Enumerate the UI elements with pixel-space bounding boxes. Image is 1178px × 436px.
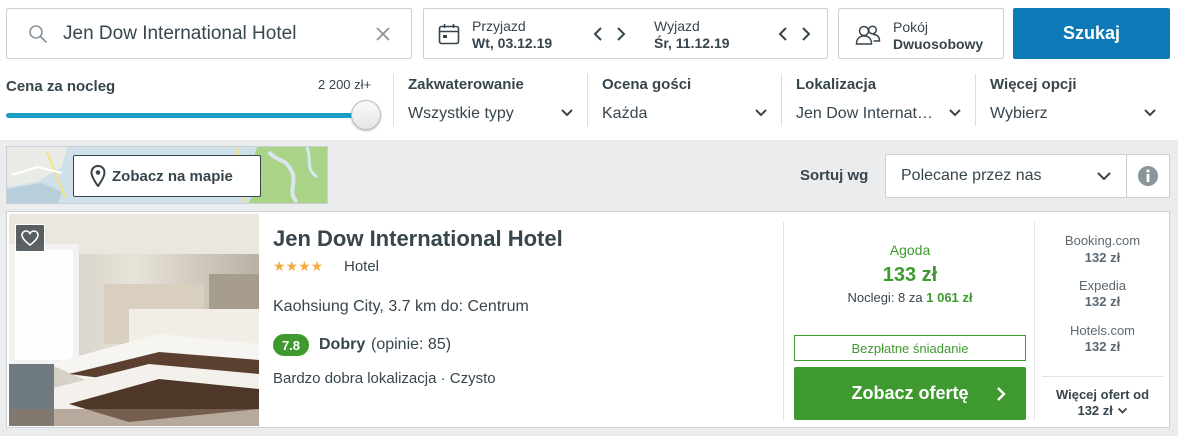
calendar-icon — [438, 24, 460, 45]
view-map-label: Zobacz na mapie — [112, 167, 233, 185]
room-selector[interactable]: Pokój Dwuosobowy — [838, 8, 1004, 59]
offer-provider[interactable]: Booking.com — [1042, 233, 1163, 248]
more-offers-label[interactable]: Więcej ofert od — [1042, 387, 1163, 402]
view-map-button[interactable]: Zobacz na mapie — [73, 155, 261, 197]
divider — [1034, 222, 1035, 420]
rating-filter-label: Ocena gości — [602, 76, 692, 93]
rating-count[interactable]: (opinie: 85) — [371, 336, 451, 354]
checkout-value[interactable]: Śr, 11.12.19 — [654, 35, 730, 51]
checkout-prev-icon[interactable] — [776, 26, 790, 42]
hotel-features: Bardzo dobra lokalizacja · Czysto — [273, 370, 496, 387]
map-pin-icon — [90, 165, 106, 187]
more-options-label: Więcej opcji — [990, 76, 1077, 93]
map-preview[interactable]: Zobacz na mapie — [6, 146, 328, 204]
divider — [975, 74, 976, 126]
rating-filter[interactable]: Ocena gości Każda — [602, 72, 772, 128]
more-options-filter[interactable]: Więcej opcji Wybierz — [990, 72, 1162, 128]
nights-text: Noclegi: 8 za — [847, 290, 923, 305]
search-button[interactable]: Szukaj — [1013, 8, 1170, 59]
divider — [783, 222, 784, 420]
hotel-type: Hotel — [344, 258, 380, 275]
favorite-button[interactable] — [15, 224, 45, 252]
hotel-name[interactable]: Jen Dow International Hotel — [273, 226, 563, 252]
guests-icon — [855, 25, 881, 45]
search-icon — [29, 24, 47, 43]
rating-badge: 7.8 — [273, 334, 309, 356]
sort-label: Sortuj wg — [800, 167, 869, 184]
clear-icon[interactable] — [373, 24, 393, 44]
accommodation-filter-value[interactable]: Wszystkie typy — [408, 105, 514, 123]
info-button[interactable] — [1126, 154, 1170, 198]
price-filter-label: Cena za nocleg — [6, 78, 116, 95]
deal-provider: Agoda — [889, 242, 931, 258]
offer-provider[interactable]: Hotels.com — [1042, 323, 1163, 338]
offer-provider[interactable]: Expedia — [1042, 278, 1163, 293]
accommodation-filter-label: Zakwaterowanie — [408, 76, 524, 93]
more-offers-price[interactable]: 132 zł — [1042, 403, 1163, 418]
hotel-photo[interactable] — [9, 214, 259, 426]
hotel-stars: ★★★★ — [273, 258, 324, 274]
more-offers-price-value: 132 zł — [1077, 403, 1113, 418]
room-label: Pokój — [893, 19, 929, 35]
offer-price[interactable]: 132 zł — [1042, 294, 1163, 309]
chevron-down-icon — [1144, 109, 1156, 117]
price-slider-handle[interactable] — [351, 100, 381, 130]
rating-word: Dobry — [319, 336, 366, 353]
top-bar: Jen Dow International Hotel Przyjazd Wt,… — [0, 0, 1178, 140]
view-offer-label: Zobacz ofertę — [851, 383, 969, 403]
accommodation-filter[interactable]: Zakwaterowanie Wszystkie typy — [408, 72, 578, 128]
offer-price[interactable]: 132 zł — [1042, 339, 1163, 354]
heart-icon — [21, 230, 39, 246]
price-filter-max: 2 200 zł+ — [318, 77, 372, 92]
location-filter-value[interactable]: Jen Dow Internat… — [796, 105, 933, 123]
offer-price[interactable]: 132 zł — [1042, 250, 1163, 265]
sort-select[interactable]: Polecane przez nas — [885, 154, 1127, 198]
divider — [587, 74, 588, 126]
chevron-down-icon — [561, 109, 573, 117]
chevron-right-icon — [997, 387, 1006, 401]
info-icon — [1138, 166, 1158, 186]
deal-nights: Noclegi: 8 za 1 061 zł — [790, 290, 1030, 305]
checkout-next-icon[interactable] — [799, 26, 813, 42]
location-filter[interactable]: Lokalizacja Jen Dow Internat… — [796, 72, 966, 128]
rating-filter-value[interactable]: Każda — [602, 105, 647, 123]
divider — [393, 74, 394, 126]
checkin-prev-icon[interactable] — [591, 26, 605, 42]
breakfast-badge: Bezpłatne śniadanie — [794, 335, 1026, 361]
checkout-label: Wyjazd — [654, 18, 700, 34]
location-filter-label: Lokalizacja — [796, 76, 877, 93]
divider — [781, 74, 782, 126]
checkin-label: Przyjazd — [472, 18, 526, 34]
price-slider-track[interactable] — [6, 113, 366, 118]
checkin-value[interactable]: Wt, 03.12.19 — [472, 35, 552, 51]
more-options-value[interactable]: Wybierz — [990, 105, 1048, 123]
view-offer-button[interactable]: Zobacz ofertę — [794, 367, 1026, 420]
search-text[interactable]: Jen Dow International Hotel — [63, 23, 373, 45]
search-input[interactable]: Jen Dow International Hotel — [6, 8, 412, 59]
divider — [1042, 376, 1163, 377]
hotel-result-card[interactable]: Jen Dow International Hotel ★★★★ Hotel K… — [6, 211, 1170, 428]
hotel-location: Kaohsiung City, 3.7 km do: Centrum — [273, 298, 529, 315]
room-value: Dwuosobowy — [893, 36, 984, 52]
chevron-down-icon — [1097, 172, 1111, 181]
sort-value: Polecane przez nas — [901, 167, 1042, 184]
chevron-down-icon — [949, 109, 961, 117]
chevron-down-icon — [1117, 407, 1127, 414]
nights-total: 1 061 zł — [926, 290, 973, 305]
hotel-room-image — [9, 214, 259, 426]
chevron-down-icon — [755, 109, 767, 117]
date-picker[interactable]: Przyjazd Wt, 03.12.19 Wyjazd Śr, 11.12.1… — [423, 8, 828, 59]
checkin-next-icon[interactable] — [614, 26, 628, 42]
deal-price: 133 zł — [882, 264, 938, 286]
